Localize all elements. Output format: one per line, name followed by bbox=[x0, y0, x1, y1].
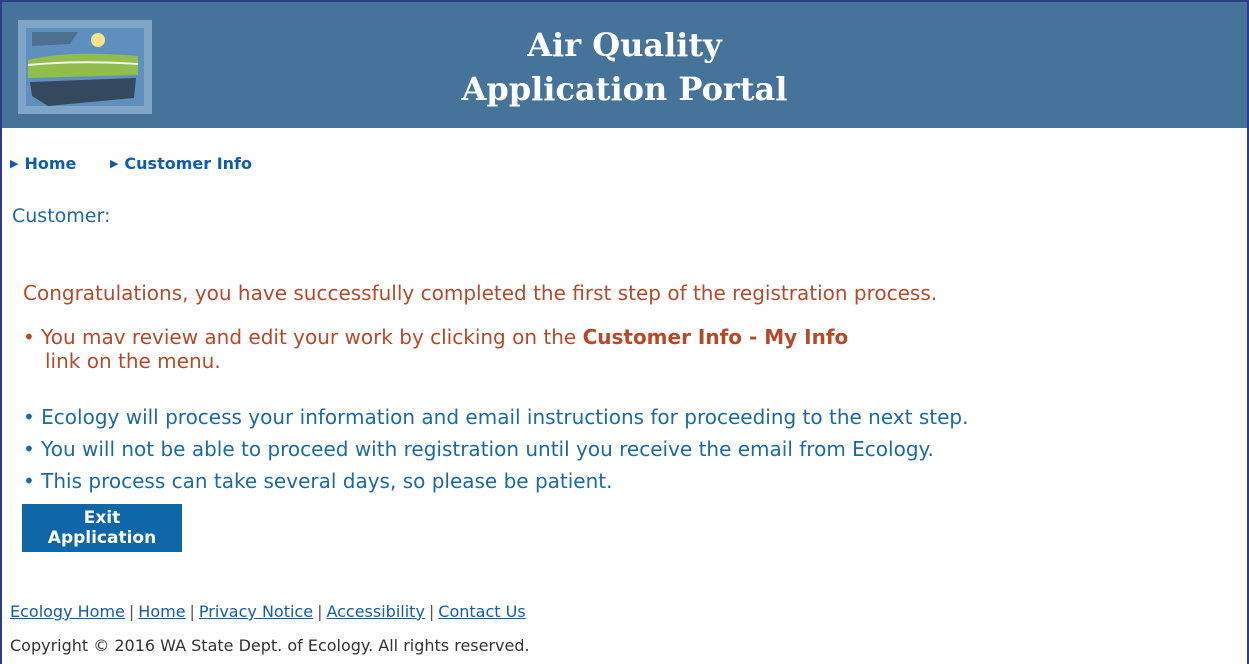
footer-link-home[interactable]: Home bbox=[138, 602, 185, 621]
bullet-several-days: • This process can take several days, so… bbox=[23, 469, 613, 493]
bullet-text: Ecology will process your information an… bbox=[41, 405, 969, 429]
footer-link-contact-us[interactable]: Contact Us bbox=[438, 602, 525, 621]
exit-label-line2: Application bbox=[47, 528, 157, 548]
bullet-ecology-process: • Ecology will process your information … bbox=[23, 405, 969, 429]
footer-links: Ecology Home | Home | Privacy Notice | Accessi… bbox=[10, 602, 526, 621]
portal-title-line1: Air Quality bbox=[527, 26, 722, 64]
footer-link-privacy-notice[interactable]: Privacy Notice bbox=[199, 602, 313, 621]
arrow-right-icon: ▶ bbox=[10, 157, 19, 170]
footer-link-ecology-home[interactable]: Ecology Home bbox=[10, 602, 125, 621]
bullet-cannot-proceed: • You will not be able to proceed with r… bbox=[23, 437, 934, 461]
footer-link-accessibility[interactable]: Accessibility bbox=[326, 602, 424, 621]
breadcrumb-nav: ▶ Home ▶ Customer Info bbox=[10, 152, 280, 173]
nav-home-label: Home bbox=[24, 154, 77, 173]
congrats-message: Congratulations, you have successfully c… bbox=[23, 281, 938, 305]
copyright-notice: Copyright © 2016 WA State Dept. of Ecolo… bbox=[10, 636, 530, 655]
bullet-continuation: link on the menu. bbox=[45, 349, 221, 373]
nav-home-link[interactable]: ▶ Home bbox=[10, 154, 76, 173]
bullet-text: You mav review and edit your work by cli… bbox=[41, 325, 583, 349]
exit-label-line1: Exit bbox=[83, 508, 121, 528]
bullet-review-edit: • You mav review and edit your work by c… bbox=[23, 325, 849, 373]
customer-info-my-info-ref: Customer Info - My Info bbox=[582, 325, 849, 349]
bullet-text: This process can take several days, so p… bbox=[41, 469, 613, 493]
bullet-text: You will not be able to proceed with reg… bbox=[41, 437, 934, 461]
nav-customer-info-link[interactable]: ▶ Customer Info bbox=[110, 154, 252, 173]
header-banner: Air Quality Application Portal bbox=[2, 2, 1247, 128]
portal-title-line2: Application Portal bbox=[461, 70, 788, 108]
exit-application-button[interactable]: Exit Application bbox=[22, 504, 182, 552]
customer-label: Customer: bbox=[12, 205, 111, 227]
nav-customer-info-label: Customer Info bbox=[124, 154, 252, 173]
arrow-right-icon: ▶ bbox=[109, 157, 119, 170]
